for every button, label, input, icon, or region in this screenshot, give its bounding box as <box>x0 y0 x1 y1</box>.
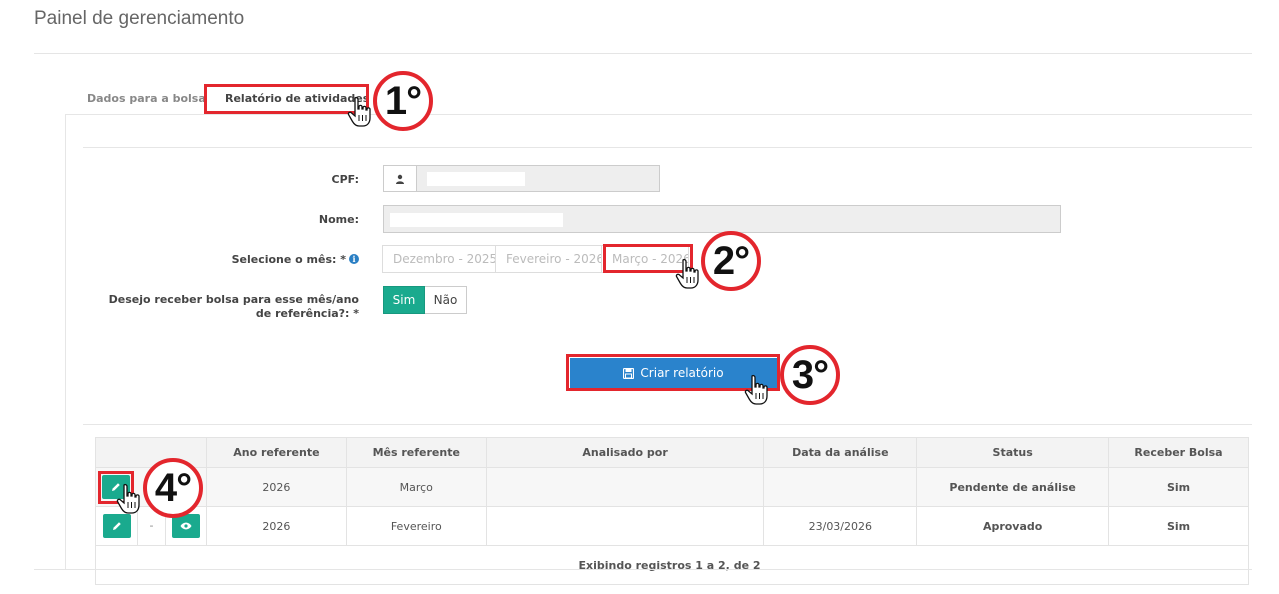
bolsa-label: Desejo receber bolsa para esse mês/ano d… <box>108 293 359 320</box>
hand-cursor-icon <box>116 483 140 514</box>
hand-cursor-icon <box>347 96 371 127</box>
save-icon <box>623 367 635 379</box>
tab-panel-border-left <box>65 114 66 569</box>
page-title: Painel de gerenciamento <box>34 8 245 29</box>
cell-ano: 2026 <box>205 467 347 507</box>
step-badge-1: 1° <box>373 71 433 131</box>
criar-relatorio-label: Criar relatório <box>640 366 724 380</box>
nome-label: Nome: <box>318 213 359 226</box>
month-selector: Dezembro - 2025 Fevereiro - 2026 Março -… <box>382 245 689 273</box>
hand-cursor-icon <box>675 258 699 289</box>
cell-receber: Sim <box>1108 506 1249 546</box>
nome-redaction <box>390 213 563 227</box>
bottom-divider <box>34 569 1252 570</box>
table-footer: Exibindo registros 1 a 2, de 2 <box>95 545 1249 585</box>
col-header-ano: Ano referente <box>205 437 347 468</box>
info-icon: i <box>349 254 359 264</box>
step-badge-4: 4° <box>143 458 203 518</box>
bolsa-toggle: Sim Não <box>383 286 467 314</box>
hand-cursor-icon <box>744 374 768 405</box>
cpf-redaction <box>427 172 525 186</box>
form-divider <box>83 147 1252 148</box>
cell-analisado <box>485 506 765 546</box>
step-badge-2: 2° <box>701 231 761 291</box>
cpf-label: CPF: <box>331 173 359 186</box>
mes-label: Selecione o mês: * i <box>232 253 359 266</box>
edit-button[interactable] <box>102 514 131 538</box>
sim-button[interactable]: Sim <box>383 286 425 314</box>
step-badge-3: 3° <box>780 345 840 405</box>
tab-panel-border <box>65 114 1252 115</box>
cell-status: Pendente de análise <box>916 467 1110 507</box>
cell-ano: 2026 <box>205 506 347 546</box>
tab-dados-bolsa[interactable]: Dados para a bolsa <box>87 92 206 105</box>
user-icon <box>396 174 404 184</box>
table-row: - 2026 Março Pendente de análise Sim <box>95 467 1249 507</box>
month-option-dezembro-2025[interactable]: Dezembro - 2025 <box>382 245 497 273</box>
col-header-receber: Receber Bolsa <box>1108 437 1249 468</box>
table-divider <box>83 424 1252 425</box>
pencil-icon <box>112 522 121 530</box>
table-row: - 2026 Fevereiro 23/03/2026 Aprovado Sim <box>95 506 1249 546</box>
col-header-analisado: Analisado por <box>485 437 765 468</box>
table-footer-row: Exibindo registros 1 a 2, de 2 <box>95 545 1249 585</box>
cell-analisado <box>485 467 765 507</box>
cell-data <box>763 467 918 507</box>
cell-mes: Março <box>345 467 487 507</box>
relatorios-table: Ano referente Mês referente Analisado po… <box>95 437 1249 585</box>
col-header-status: Status <box>916 437 1110 468</box>
cell-mes: Fevereiro <box>345 506 487 546</box>
table-header-row: Ano referente Mês referente Analisado po… <box>95 437 1249 468</box>
cell-status: Aprovado <box>916 506 1110 546</box>
cell-receber: Sim <box>1108 467 1249 507</box>
col-header-data: Data da análise <box>763 437 918 468</box>
user-icon-addon <box>383 165 417 192</box>
month-option-fevereiro-2026[interactable]: Fevereiro - 2026 <box>495 245 604 273</box>
mes-label-text: Selecione o mês: * <box>231 253 346 266</box>
col-header-mes: Mês referente <box>345 437 487 468</box>
title-divider <box>34 53 1252 54</box>
eye-icon <box>180 522 192 530</box>
nao-button[interactable]: Não <box>425 286 467 314</box>
cell-data: 23/03/2026 <box>763 506 918 546</box>
